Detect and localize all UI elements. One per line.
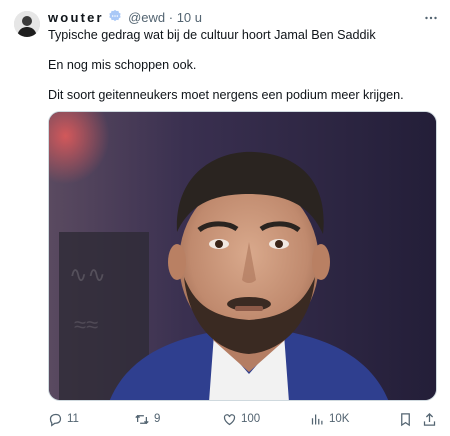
bookmark-icon <box>401 412 410 426</box>
user-handle[interactable]: @ewd <box>128 10 165 25</box>
views-count: 10K <box>329 413 350 425</box>
retweet-icon <box>135 414 149 424</box>
tweet-text-line: Dit soort geitenneukers moet nergens een… <box>48 88 404 102</box>
reply-count: 11 <box>67 413 79 425</box>
views-icon <box>311 414 323 424</box>
reply-button[interactable]: 11 <box>48 408 79 430</box>
tweet-text-line: En nog mis schoppen ook. <box>48 58 197 72</box>
more-options-icon[interactable] <box>424 11 438 25</box>
share-button[interactable] <box>422 408 441 430</box>
svg-text:≈≈: ≈≈ <box>74 312 98 337</box>
svg-text:∿∿: ∿∿ <box>69 262 106 287</box>
views-button[interactable]: 10K <box>310 408 349 430</box>
bookmark-button[interactable] <box>398 408 417 430</box>
share-icon <box>423 412 436 426</box>
tweet-text-line: Typische gedrag wat bij de cultuur hoort… <box>48 28 376 42</box>
display-name[interactable]: wouter <box>48 10 104 25</box>
retweet-count: 9 <box>154 413 161 425</box>
timestamp[interactable]: 10 u <box>177 10 202 25</box>
action-bar: 11 9 100 10K <box>48 408 438 430</box>
heart-icon <box>223 413 236 425</box>
avatar[interactable] <box>14 11 40 37</box>
like-count: 100 <box>241 413 261 425</box>
like-button[interactable]: 100 <box>222 408 260 430</box>
tweet-header: wouter @ewd · 10 u <box>48 9 440 29</box>
tweet-photo[interactable]: ∿∿ ≈≈ <box>48 111 437 401</box>
retweet-button[interactable]: 9 <box>134 408 160 430</box>
separator-dot: · <box>168 10 174 26</box>
reply-icon <box>49 413 62 427</box>
verified-badge-icon <box>108 9 122 26</box>
tweet[interactable]: wouter @ewd · 10 u Typische gedrag wat b… <box>0 0 450 436</box>
